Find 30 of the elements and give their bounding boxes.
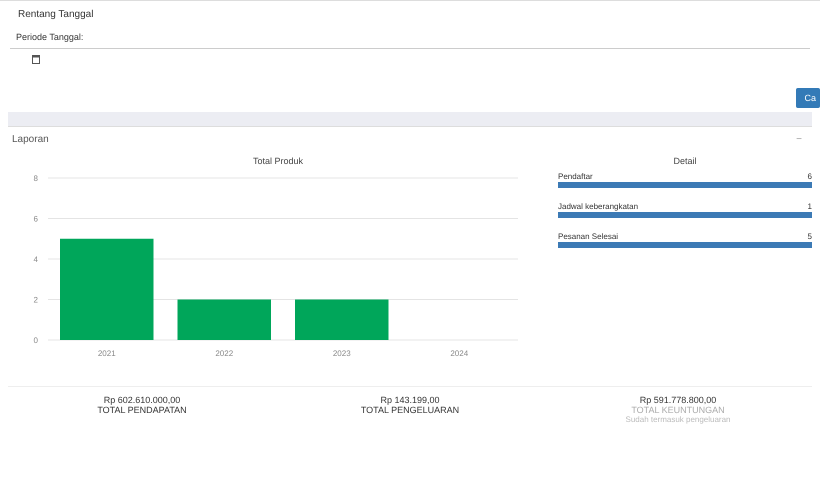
axis-label: 2022 — [215, 349, 234, 358]
section-title: Rentang Tanggal — [17, 8, 94, 22]
total-amount: Rp 591.778.800,00 — [638, 395, 718, 405]
progress-value: 6 — [808, 172, 812, 181]
search-button[interactable]: Ca — [796, 88, 820, 108]
card-title: Laporan — [12, 134, 49, 145]
axis-label: 2023 — [332, 349, 351, 358]
progress-value: 5 — [808, 232, 812, 241]
field-label: Periode Tanggal: — [10, 32, 810, 49]
axis-tick: 2 — [34, 296, 38, 304]
calendar-icon[interactable] — [32, 54, 40, 64]
progress-label: Pendaftar — [558, 172, 593, 181]
axis-label: 2021 — [98, 349, 116, 358]
progress-label: Pesanan Selesai — [558, 232, 618, 241]
total-note: Sudah termasuk pengeluaran — [624, 415, 732, 424]
axis-tick: 4 — [34, 255, 38, 264]
axis-tick: 8 — [34, 174, 38, 183]
total-label: TOTAL PENGELUARAN — [360, 405, 460, 415]
total-label: TOTAL PENDAPATAN — [96, 405, 188, 415]
panel-title: Detail — [672, 156, 698, 166]
axis-tick: 6 — [34, 214, 38, 224]
chart-title: Total Produk — [252, 156, 304, 166]
axis-label: 2024 — [450, 349, 468, 358]
total-label: TOTAL KEUNTUNGAN — [630, 405, 726, 415]
progress-label: Jadwal keberangkatan — [558, 202, 638, 211]
axis-tick: 0 — [34, 336, 38, 345]
collapse-button[interactable]: − — [790, 133, 808, 146]
total-amount: Rp 143.199,00 — [379, 395, 441, 405]
progress-value: 1 — [808, 202, 812, 211]
total-amount: Rp 602.610.000,00 — [102, 395, 182, 405]
